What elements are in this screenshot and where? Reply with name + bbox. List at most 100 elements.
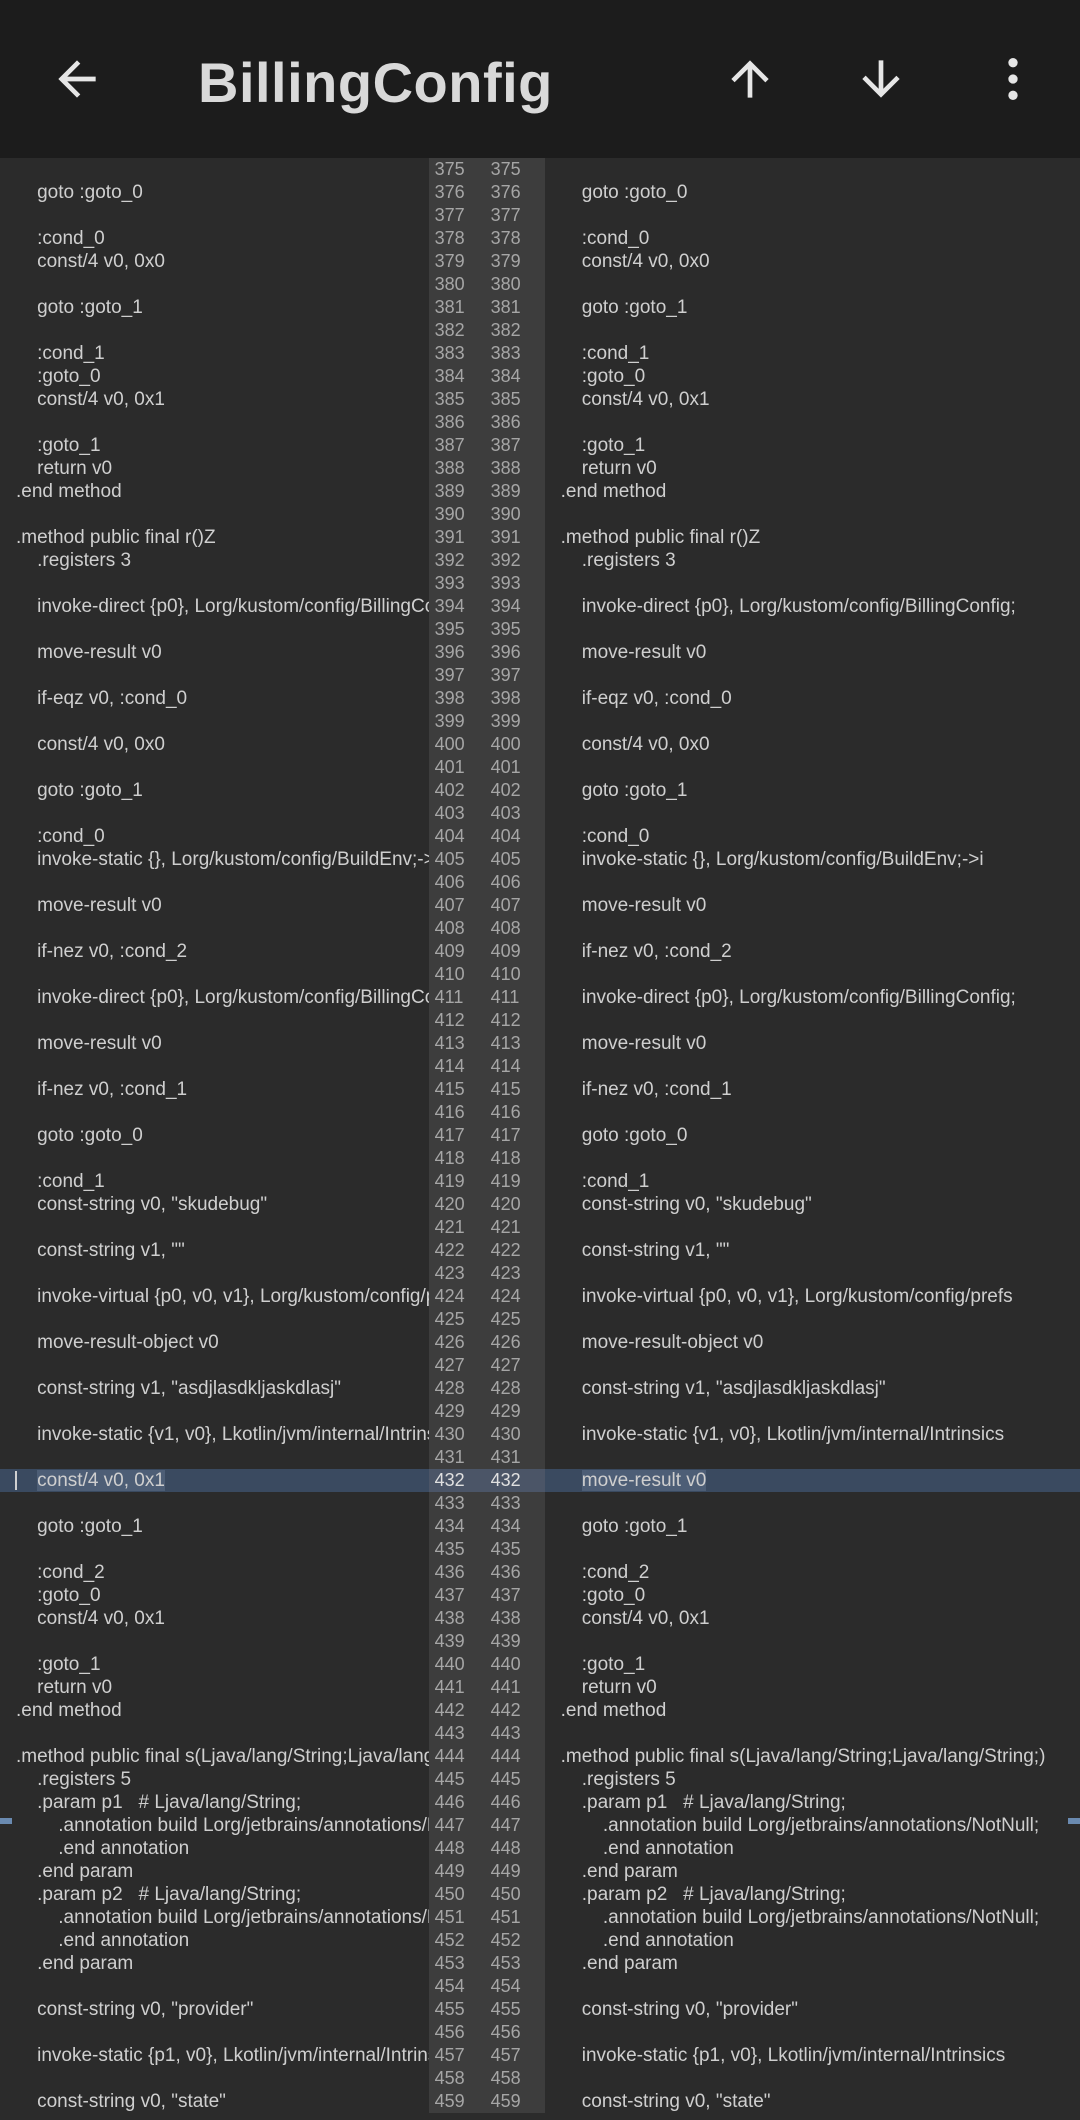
right-code-line[interactable] (545, 1492, 1080, 1515)
left-code-line[interactable]: const/4 v0, 0x1 (0, 1607, 429, 1630)
diff-row[interactable]: :goto_0 437 437 :goto_0 (0, 1584, 1080, 1607)
diff-row[interactable]: 406 406 (0, 871, 1080, 894)
right-code-line[interactable] (545, 1101, 1080, 1124)
right-code-line[interactable]: .annotation build Lorg/jetbrains/annotat… (545, 1906, 1080, 1929)
diff-row[interactable]: 433 433 (0, 1492, 1080, 1515)
right-code-line[interactable] (545, 1308, 1080, 1331)
left-code-line[interactable] (0, 204, 429, 227)
diff-row[interactable]: 393 393 (0, 572, 1080, 595)
right-code-line[interactable]: :cond_0 (545, 227, 1080, 250)
left-code-line[interactable] (0, 802, 429, 825)
right-code-line[interactable] (545, 204, 1080, 227)
right-code-line[interactable]: const/4 v0, 0x0 (545, 733, 1080, 756)
diff-row[interactable]: :cond_1 383 383 :cond_1 (0, 342, 1080, 365)
right-code-line[interactable]: .end param (545, 1860, 1080, 1883)
right-code-line[interactable]: return v0 (545, 457, 1080, 480)
left-code-line[interactable]: const/4 v0, 0x0 (0, 733, 429, 756)
right-code-line[interactable]: invoke-direct {p0}, Lorg/kustom/config/B… (545, 986, 1080, 1009)
right-code-line[interactable]: const/4 v0, 0x1 (545, 1607, 1080, 1630)
right-code-line[interactable]: invoke-static {v1, v0}, Lkotlin/jvm/inte… (545, 1423, 1080, 1446)
left-code-line[interactable] (0, 664, 429, 687)
diff-row[interactable]: move-result v0 396 396 move-result v0 (0, 641, 1080, 664)
diff-row[interactable]: 458 458 (0, 2067, 1080, 2090)
diff-row[interactable]: const-string v1, "" 422 422 const-string v… (0, 1239, 1080, 1262)
diff-row-selected[interactable]: const/4 v0, 0x1 432 432 move-result v0 (0, 1469, 1080, 1492)
right-code-line[interactable]: move-result v0 (545, 1469, 1080, 1492)
left-code-line[interactable]: const-string v1, "" (0, 1239, 429, 1262)
diff-row[interactable]: move-result v0 413 413 move-result v0 (0, 1032, 1080, 1055)
left-code-line[interactable]: const-string v0, "state" (0, 2090, 429, 2113)
left-code-line[interactable]: invoke-direct {p0}, Lorg/kustom/config/B… (0, 595, 429, 618)
diff-row[interactable]: 403 403 (0, 802, 1080, 825)
left-code-line[interactable]: invoke-virtual {p0, v0, v1}, Lorg/kustom… (0, 1285, 429, 1308)
left-code-line[interactable] (0, 756, 429, 779)
right-code-line[interactable]: invoke-virtual {p0, v0, v1}, Lorg/kustom… (545, 1285, 1080, 1308)
right-code-line[interactable]: :cond_1 (545, 342, 1080, 365)
left-code-line[interactable]: const-string v0, "skudebug" (0, 1193, 429, 1216)
left-code-line[interactable]: invoke-direct {p0}, Lorg/kustom/config/B… (0, 986, 429, 1009)
left-code-line[interactable] (0, 572, 429, 595)
diff-row[interactable]: 410 410 (0, 963, 1080, 986)
left-code-line[interactable]: .annotation build Lorg/jetbrains/annotat… (0, 1814, 428, 1837)
left-code-line[interactable]: :cond_2 (0, 1561, 429, 1584)
diff-row[interactable]: :cond_0 378 378 :cond_0 (0, 227, 1080, 250)
right-code-line[interactable]: .param p1 # Ljava/lang/String; (545, 1791, 1080, 1814)
right-code-line[interactable]: .registers 3 (545, 549, 1080, 572)
left-code-line[interactable]: move-result v0 (0, 641, 429, 664)
right-code-line[interactable]: .end annotation (545, 1929, 1080, 1952)
left-code-line[interactable]: .end param (0, 1860, 429, 1883)
diff-row[interactable]: const-string v0, "provider" 455 455 const-… (0, 1998, 1080, 2021)
left-code-line[interactable]: return v0 (0, 1676, 429, 1699)
left-code-line[interactable]: .method public final r()Z (0, 526, 429, 549)
diff-row[interactable]: .end param 453 453 .end param (0, 1952, 1080, 1975)
back-button[interactable] (32, 34, 122, 124)
right-code-line[interactable]: .method public final r()Z (545, 526, 1080, 549)
left-code-line[interactable]: const-string v0, "provider" (0, 1998, 429, 2021)
diff-row[interactable]: 431 431 (0, 1446, 1080, 1469)
right-code-line[interactable]: if-nez v0, :cond_2 (545, 940, 1080, 963)
left-code-line[interactable] (0, 503, 429, 526)
right-code-line[interactable]: invoke-static {p1, v0}, Lkotlin/jvm/inte… (545, 2044, 1080, 2067)
left-code-line[interactable]: .annotation build Lorg/jetbrains/annotat… (0, 1906, 428, 1929)
left-code-line[interactable]: move-result-object v0 (0, 1331, 429, 1354)
diff-row[interactable]: goto :goto_1 434 434 goto :goto_1 (0, 1515, 1080, 1538)
diff-row[interactable]: 423 423 (0, 1262, 1080, 1285)
left-code-line[interactable]: move-result v0 (0, 894, 429, 917)
diff-row[interactable]: :goto_1 440 440 :goto_1 (0, 1653, 1080, 1676)
diff-row[interactable]: const/4 v0, 0x1 438 438 const/4 v0, 0x1 (0, 1607, 1080, 1630)
diff-row[interactable]: invoke-direct {p0}, Lorg/kustom/config/B… (0, 595, 1080, 618)
left-code-line[interactable] (0, 273, 429, 296)
diff-view[interactable]: 375 375 goto :goto_0 376 376 goto :goto_0 37… (0, 158, 1080, 2120)
diff-row[interactable]: 386 386 (0, 411, 1080, 434)
right-code-line[interactable]: goto :goto_0 (545, 1124, 1080, 1147)
diff-row[interactable]: .registers 3 392 392 .registers 3 (0, 549, 1080, 572)
left-code-line[interactable]: :cond_1 (0, 1170, 429, 1193)
diff-row[interactable]: const/4 v0, 0x0 400 400 const/4 v0, 0x0 (0, 733, 1080, 756)
right-code-line[interactable]: goto :goto_1 (545, 779, 1080, 802)
right-code-line[interactable]: const/4 v0, 0x1 (545, 388, 1080, 411)
diff-row[interactable]: 397 397 (0, 664, 1080, 687)
left-code-line[interactable]: .end param (0, 1952, 429, 1975)
left-code-line[interactable] (0, 319, 429, 342)
diff-row[interactable]: invoke-virtual {p0, v0, v1}, Lorg/kustom… (0, 1285, 1080, 1308)
left-code-line[interactable]: invoke-static {v1, v0}, Lkotlin/jvm/inte… (0, 1423, 429, 1446)
left-code-line[interactable]: .end annotation (0, 1929, 429, 1952)
left-code-line[interactable] (0, 963, 429, 986)
right-code-line[interactable] (545, 273, 1080, 296)
right-code-line[interactable]: :goto_0 (545, 1584, 1080, 1607)
right-code-line[interactable] (545, 1262, 1080, 1285)
right-code-line[interactable] (545, 710, 1080, 733)
left-code-line[interactable]: .param p1 # Ljava/lang/String; (0, 1791, 429, 1814)
next-diff-button[interactable] (836, 34, 926, 124)
left-code-line[interactable]: goto :goto_0 (0, 1124, 429, 1147)
previous-diff-button[interactable] (705, 34, 795, 124)
right-code-line[interactable]: move-result v0 (545, 641, 1080, 664)
right-code-line[interactable]: .registers 5 (545, 1768, 1080, 1791)
diff-row[interactable]: 380 380 (0, 273, 1080, 296)
diff-row[interactable]: 454 454 (0, 1975, 1080, 1998)
left-code-line[interactable]: .end method (0, 480, 429, 503)
right-code-line[interactable] (545, 1009, 1080, 1032)
diff-row[interactable]: .end method 389 389 .end method (0, 480, 1080, 503)
diff-row[interactable]: .end method 442 442 .end method (0, 1699, 1080, 1722)
left-code-line[interactable]: :goto_1 (0, 434, 429, 457)
